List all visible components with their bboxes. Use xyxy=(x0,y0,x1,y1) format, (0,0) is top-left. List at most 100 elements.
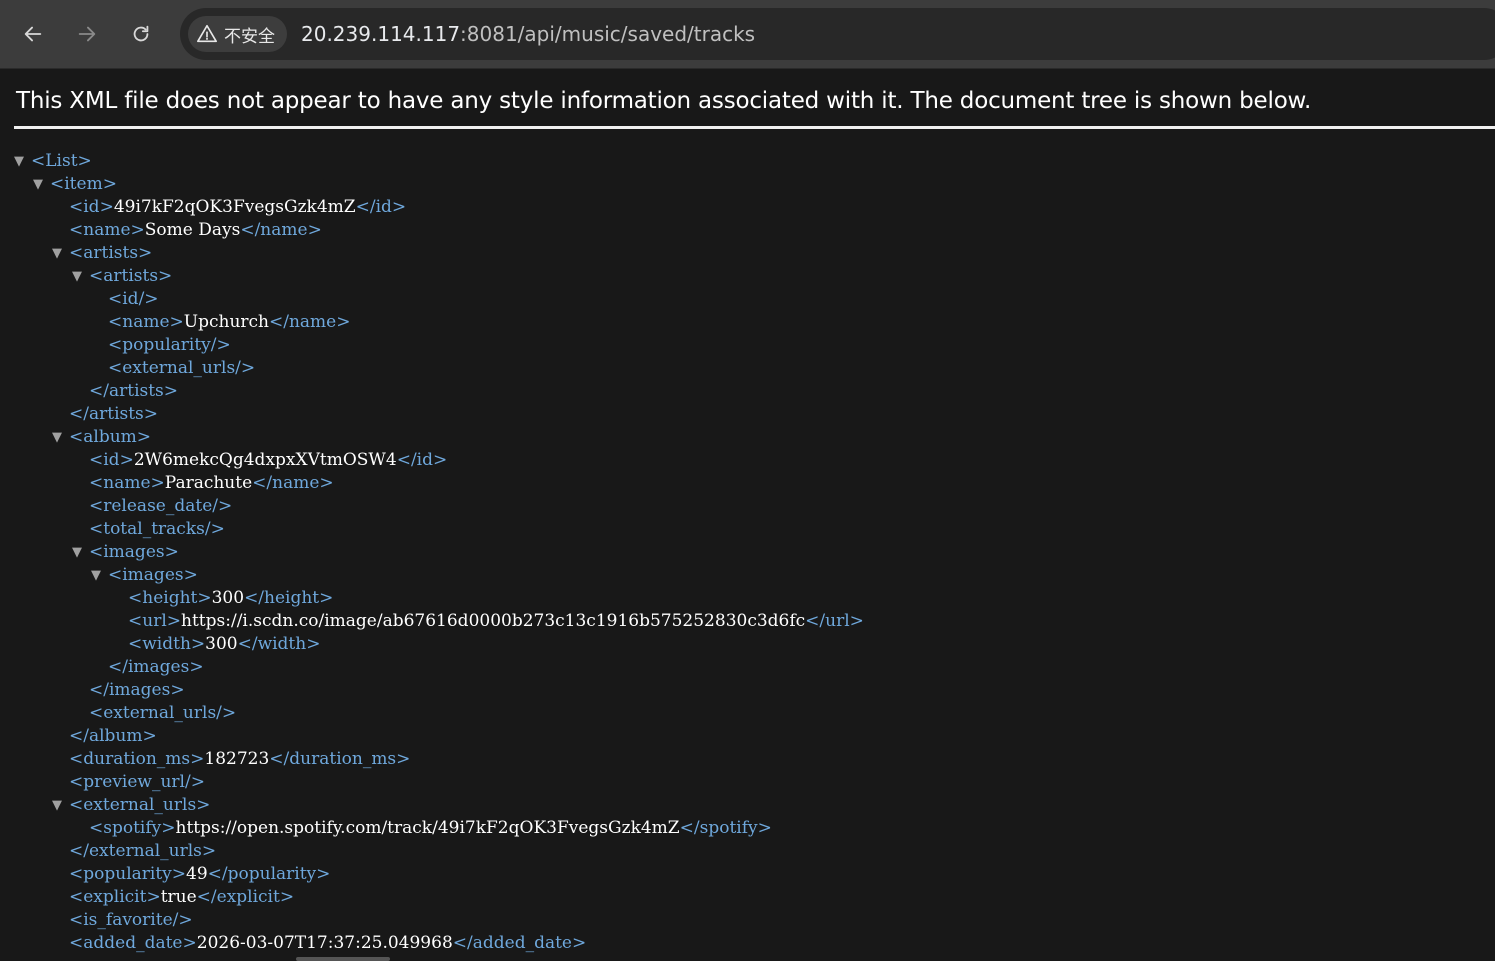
xml-line-artists-inner: ▼ <artists> xyxy=(72,265,172,288)
security-label: 不安全 xyxy=(224,26,275,47)
xml-line-external-urls-close: </external_urls> xyxy=(69,840,216,863)
reload-icon xyxy=(133,25,149,42)
address-bar[interactable]: 不安全 20.239.114.117:8081/api/music/saved/… xyxy=(180,8,1495,60)
xml-tag: <images> xyxy=(89,542,179,562)
xml-value: 300 xyxy=(211,588,245,608)
xml-line-album: ▼ <album> xyxy=(52,426,152,449)
xml-line-id: <id>49i7kF2qOK3FvegsGzk4mZ</id> xyxy=(69,196,406,219)
xml-line-width: <width>300</width> xyxy=(128,633,320,656)
xml-tag: </id> xyxy=(396,450,448,470)
xml-tag: </artists> xyxy=(69,404,159,424)
xml-tag: </name> xyxy=(269,312,351,332)
xml-line-preview-url: <preview_url/> xyxy=(69,771,205,794)
xml-tag: <release_date/> xyxy=(89,496,233,516)
xml-line-images-inner-close: </images> xyxy=(108,656,204,679)
xml-value: 49i7kF2qOK3FvegsGzk4mZ xyxy=(113,197,356,217)
xml-line-spotify: <spotify>https://open.spotify.com/track/… xyxy=(89,817,772,840)
xml-tag: <name> xyxy=(89,473,165,493)
xml-tag: <item> xyxy=(50,174,117,194)
xml-tag: <artists> xyxy=(69,243,153,263)
xml-tag: </spotify> xyxy=(679,818,772,838)
xml-tag: <popularity/> xyxy=(108,335,231,355)
xml-tag: <explicit> xyxy=(69,887,161,907)
arrow-right-icon xyxy=(78,26,96,42)
xml-line-release-date: <release_date/> xyxy=(89,495,232,518)
xml-tag: </images> xyxy=(108,657,204,677)
xml-line-added-date: <added_date>2026-03-07T17:37:25.049968</… xyxy=(69,932,586,955)
xml-line-artists-inner-close: </artists> xyxy=(89,380,178,403)
xml-tag: <added_date> xyxy=(69,933,197,953)
xml-line-name: <name>Some Days</name> xyxy=(69,219,322,242)
xml-line-total-tracks: <total_tracks/> xyxy=(89,518,225,541)
xml-tag: <popularity> xyxy=(69,864,187,884)
xml-line-artist-popularity: <popularity/> xyxy=(108,334,231,357)
collapse-toggle-icon[interactable]: ▼ xyxy=(52,794,66,817)
collapse-toggle-icon[interactable]: ▼ xyxy=(52,242,66,265)
xml-tag: <List> xyxy=(31,151,92,171)
divider xyxy=(14,126,1495,129)
xml-line-popularity: <popularity>49</popularity> xyxy=(69,863,330,886)
back-button[interactable] xyxy=(16,17,50,51)
xml-tag: <name> xyxy=(69,220,145,240)
xml-tag: </added_date> xyxy=(452,933,587,953)
xml-tag: </url> xyxy=(805,611,864,631)
collapse-toggle-icon[interactable]: ▼ xyxy=(72,541,86,564)
xml-line-album-name: <name>Parachute</name> xyxy=(89,472,334,495)
xml-tag: </name> xyxy=(240,220,322,240)
xml-tag: <width> xyxy=(128,634,206,654)
collapse-toggle-icon[interactable]: ▼ xyxy=(91,564,105,587)
xml-line-images: ▼ <images> xyxy=(72,541,179,564)
url-text[interactable]: 20.239.114.117:8081/api/music/saved/trac… xyxy=(301,21,755,47)
xml-tag: <name> xyxy=(108,312,184,332)
xml-line-images-inner: ▼ <images> xyxy=(91,564,198,587)
xml-tag: <external_urls> xyxy=(69,795,211,815)
browser-toolbar: 不安全 20.239.114.117:8081/api/music/saved/… xyxy=(0,0,1495,69)
xml-value: 182723 xyxy=(204,749,270,769)
xml-tag: </height> xyxy=(244,588,334,608)
xml-line-images-close: </images> xyxy=(89,679,185,702)
xml-tag: </id> xyxy=(355,197,407,217)
reload-button[interactable] xyxy=(124,17,158,51)
xml-tag: <preview_url/> xyxy=(69,772,205,792)
xml-line-duration: <duration_ms>182723</duration_ms> xyxy=(69,748,410,771)
xml-info-message: This XML file does not appear to have an… xyxy=(16,88,1312,114)
xml-value: 2W6mekcQg4dxpxXVtmOSW4 xyxy=(133,450,397,470)
xml-value: true xyxy=(160,887,197,907)
xml-line-external-urls: ▼ <external_urls> xyxy=(52,794,211,817)
xml-tag: <duration_ms> xyxy=(69,749,205,769)
xml-tag: <id/> xyxy=(108,289,159,309)
xml-value: 2026-03-07T17:37:25.049968 xyxy=(196,933,453,953)
xml-line-artists: ▼ <artists> xyxy=(52,242,153,265)
xml-line-album-id: <id>2W6mekcQg4dxpxXVtmOSW4</id> xyxy=(89,449,447,472)
xml-tag: <images> xyxy=(108,565,198,585)
xml-tag: <height> xyxy=(128,588,212,608)
security-indicator[interactable]: 不安全 xyxy=(188,16,287,52)
xml-value: https://open.spotify.com/track/49i7kF2qO… xyxy=(175,818,680,838)
arrow-left-icon xyxy=(24,26,42,42)
xml-tag: </external_urls> xyxy=(69,841,217,861)
xml-value: Upchurch xyxy=(183,312,269,332)
collapse-toggle-icon[interactable]: ▼ xyxy=(14,150,28,173)
xml-line-album-close: </album> xyxy=(69,725,157,748)
xml-tag: <album> xyxy=(69,427,152,447)
xml-line-artist-id: <id/> xyxy=(108,288,159,311)
xml-line-artist-name: <name>Upchurch</name> xyxy=(108,311,350,334)
collapse-toggle-icon[interactable]: ▼ xyxy=(33,173,47,196)
xml-line-album-external-urls: <external_urls/> xyxy=(89,702,236,725)
xml-line-artists-close: </artists> xyxy=(69,403,158,426)
xml-line-explicit: <explicit>true</explicit> xyxy=(69,886,294,909)
xml-value: Some Days xyxy=(144,220,241,240)
xml-tag: </album> xyxy=(69,726,157,746)
xml-tag: </explicit> xyxy=(196,887,295,907)
xml-line-list: ▼ <List> xyxy=(14,150,92,173)
xml-line-item: ▼ <item> xyxy=(33,173,117,196)
xml-viewer-page: This XML file does not appear to have an… xyxy=(0,70,1495,961)
forward-button[interactable] xyxy=(70,17,104,51)
horizontal-scrollbar[interactable] xyxy=(296,957,390,961)
xml-tag: <external_urls/> xyxy=(108,358,256,378)
collapse-toggle-icon[interactable]: ▼ xyxy=(52,426,66,449)
xml-tag: <external_urls/> xyxy=(89,703,237,723)
collapse-toggle-icon[interactable]: ▼ xyxy=(72,265,86,288)
xml-tag: <total_tracks/> xyxy=(89,519,225,539)
xml-tag: <id> xyxy=(89,450,134,470)
